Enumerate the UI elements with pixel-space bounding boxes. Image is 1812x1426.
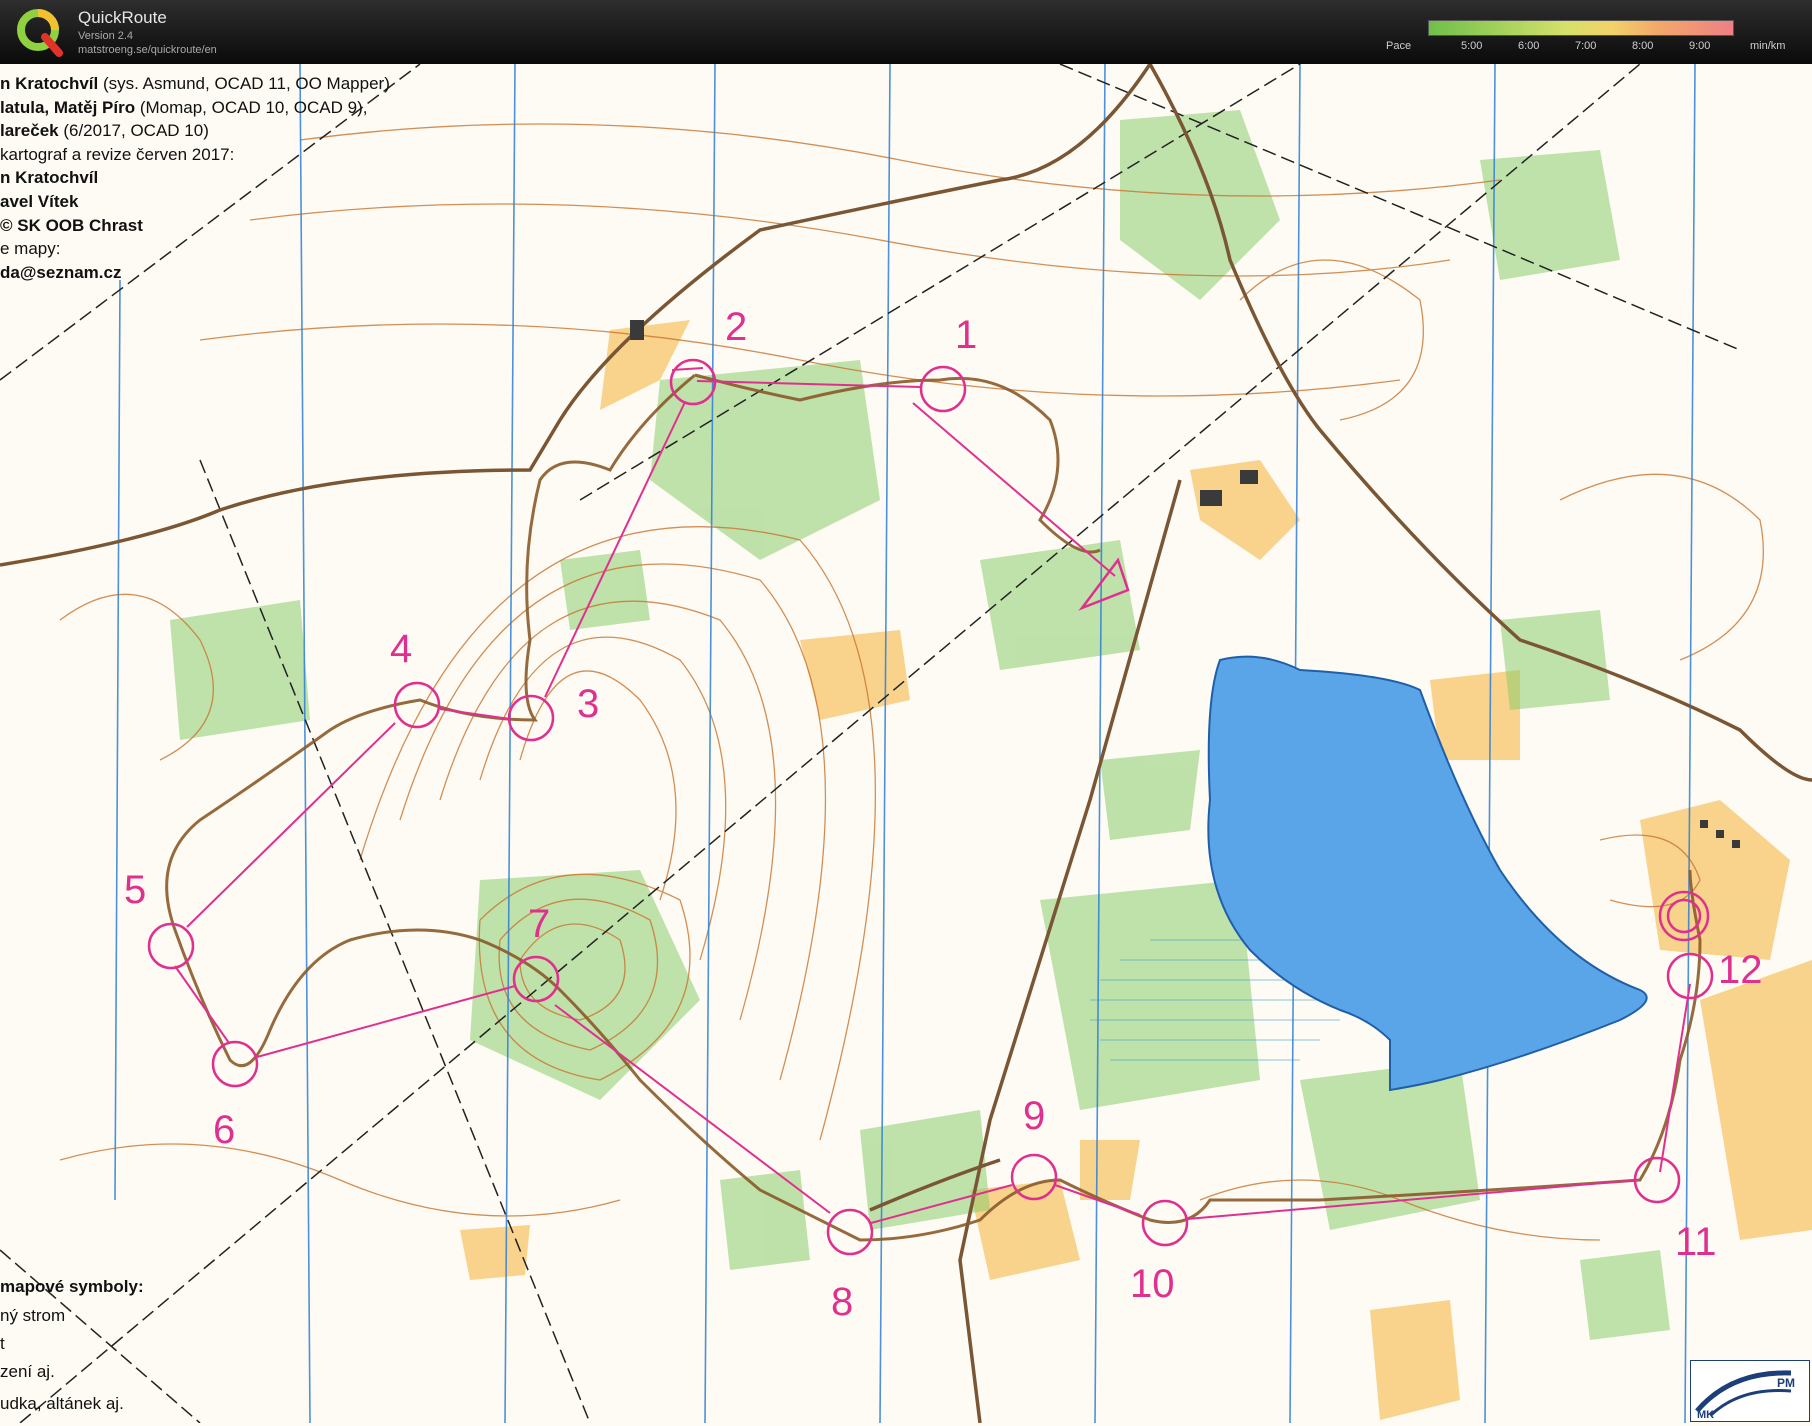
control-number: 7 [528,902,550,946]
pace-tick: 5:00 [1461,40,1483,52]
control-number: 9 [1023,1094,1045,1138]
credits-name: lareček [0,121,59,141]
credits-name: avel Vítek [0,191,79,211]
legend-title: mapové symboly: [0,1277,144,1296]
mk-label: MK [1697,1409,1714,1421]
control-number: 5 [124,868,146,912]
app-url: matstroeng.se/quickroute/en [78,44,217,56]
pace-tick: 8:00 [1632,40,1654,52]
control-number: 8 [831,1280,853,1324]
credits-text: kartograf a revize červen 2017: [0,144,235,164]
pace-unit: min/km [1750,40,1786,52]
credits-copyright: © SK OOB Chrast [0,215,143,235]
pace-tick: 6:00 [1518,40,1540,52]
pace-label: Pace [1386,40,1412,52]
control-number: 1 [955,313,977,357]
credits-name: n Kratochvíl [0,74,99,93]
legend-item: t [0,1334,5,1353]
app-header: QuickRoute Version 2.4 matstroeng.se/qui… [0,0,1812,64]
control-number: 10 [1130,1262,1175,1306]
control-number: 6 [213,1108,235,1152]
app-version: Version 2.4 [78,30,134,42]
credits-text: e mapy: [0,239,61,259]
legend-item: udka, altánek aj. [0,1394,124,1413]
credits-email: da@seznam.cz [0,262,122,282]
control-number: 11 [1675,1220,1717,1264]
pace-color-bar [1428,20,1734,36]
control-number: 4 [390,627,412,671]
legend-item: ný strom [0,1306,66,1325]
quickroute-logo-icon [17,9,63,57]
control-number: 12 [1718,948,1763,992]
control-number: 2 [725,305,747,349]
credits-name: n Kratochvíl [0,168,99,188]
credits-text: (6/2017, OCAD 10) [58,121,209,141]
pace-tick: 7:00 [1575,40,1597,52]
credits-text: (sys. Asmund, OCAD 11, OO Mapper) [98,74,390,93]
pace-tick: 9:00 [1689,40,1711,52]
mk-pm-logo-icon: MK PM [1695,1370,1795,1421]
credits-text: (Momap, OCAD 10, OCAD 9), [135,97,368,117]
map-credits: n Kratochvíl (sys. Asmund, OCAD 11, OO M… [0,72,390,284]
legend-item: zení aj. [0,1362,55,1381]
mk-pm-logo: MK PM [1690,1360,1810,1422]
pm-label: PM [1777,1376,1795,1390]
control-number: 3 [577,682,599,726]
credits-name: latula, Matěj Píro [0,97,136,117]
app-name: QuickRoute [78,8,167,27]
